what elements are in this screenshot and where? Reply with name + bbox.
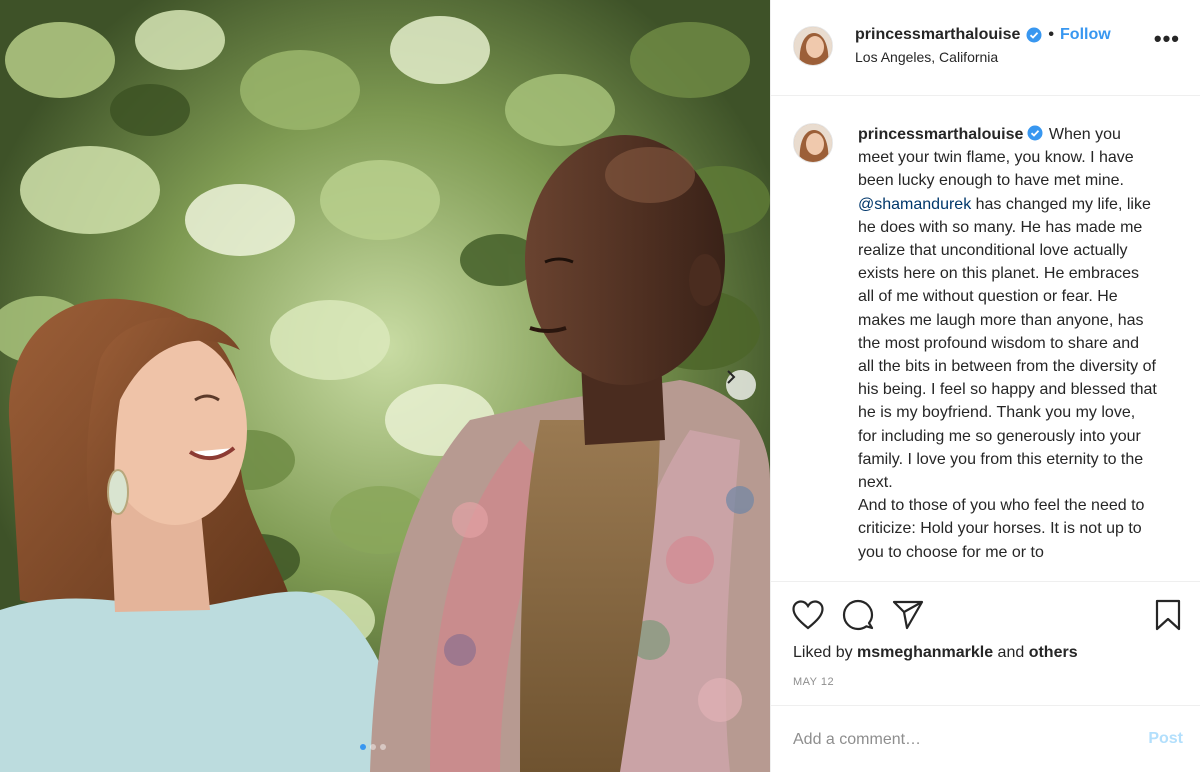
photo-illustration bbox=[0, 0, 770, 772]
carousel-dots bbox=[360, 744, 386, 750]
likes-prefix: Liked by bbox=[793, 644, 858, 661]
share-button[interactable] bbox=[891, 598, 925, 632]
action-icons bbox=[791, 598, 925, 632]
post-photo[interactable] bbox=[0, 0, 770, 772]
caption-avatar[interactable] bbox=[793, 123, 833, 163]
verified-badge-icon bbox=[1027, 125, 1043, 141]
caption-body-3: And to those of you who feel the need to… bbox=[858, 497, 1145, 561]
caption-text: princessmarthalouise When you meet your … bbox=[858, 123, 1158, 564]
location-link[interactable]: Los Angeles, California bbox=[855, 49, 1111, 65]
caption-body-2: has changed my life, like he does with s… bbox=[858, 195, 1157, 492]
more-options-icon[interactable]: ••• bbox=[1154, 28, 1180, 50]
comment-button[interactable] bbox=[841, 598, 875, 632]
carousel-next-button[interactable] bbox=[726, 370, 756, 400]
header-text: princessmarthalouise • Follow Los Angele… bbox=[855, 26, 1111, 65]
post-header: princessmarthalouise • Follow Los Angele… bbox=[771, 0, 1200, 96]
likes-summary: Liked by msmeghanmarkle and others bbox=[793, 644, 1078, 662]
caption-area[interactable]: princessmarthalouise When you meet your … bbox=[771, 97, 1200, 581]
post-date[interactable]: MAY 12 bbox=[793, 676, 834, 688]
separator-bullet: • bbox=[1048, 26, 1055, 43]
likes-middle: and bbox=[993, 644, 1029, 661]
comment-input[interactable] bbox=[793, 728, 1113, 752]
likes-user-link[interactable]: msmeghanmarkle bbox=[857, 644, 993, 661]
carousel-dot bbox=[380, 744, 386, 750]
heart-icon bbox=[792, 600, 824, 630]
username-link[interactable]: princessmarthalouise bbox=[855, 26, 1020, 44]
post-side-panel: princessmarthalouise • Follow Los Angele… bbox=[770, 0, 1200, 772]
comment-icon bbox=[842, 599, 874, 631]
bookmark-icon bbox=[1155, 599, 1181, 631]
carousel-next-icon bbox=[727, 370, 736, 384]
carousel-dot bbox=[370, 744, 376, 750]
comment-area: Post bbox=[771, 705, 1200, 772]
header-user-row: princessmarthalouise • Follow bbox=[855, 26, 1111, 44]
caption-username[interactable]: princessmarthalouise bbox=[858, 126, 1023, 143]
post-comment-button[interactable]: Post bbox=[1148, 730, 1183, 748]
like-button[interactable] bbox=[791, 598, 825, 632]
actions-area: Liked by msmeghanmarkle and others MAY 1… bbox=[771, 581, 1200, 705]
avatar-image bbox=[794, 124, 832, 162]
avatar-image bbox=[794, 27, 832, 65]
mention-link[interactable]: @shamandurek bbox=[858, 196, 971, 213]
likes-others-link[interactable]: others bbox=[1029, 644, 1078, 661]
save-button[interactable] bbox=[1151, 598, 1185, 632]
avatar[interactable] bbox=[793, 26, 833, 66]
follow-button[interactable]: Follow bbox=[1060, 26, 1111, 44]
share-icon bbox=[892, 600, 924, 630]
verified-badge-icon bbox=[1026, 27, 1042, 43]
carousel-dot bbox=[360, 744, 366, 750]
